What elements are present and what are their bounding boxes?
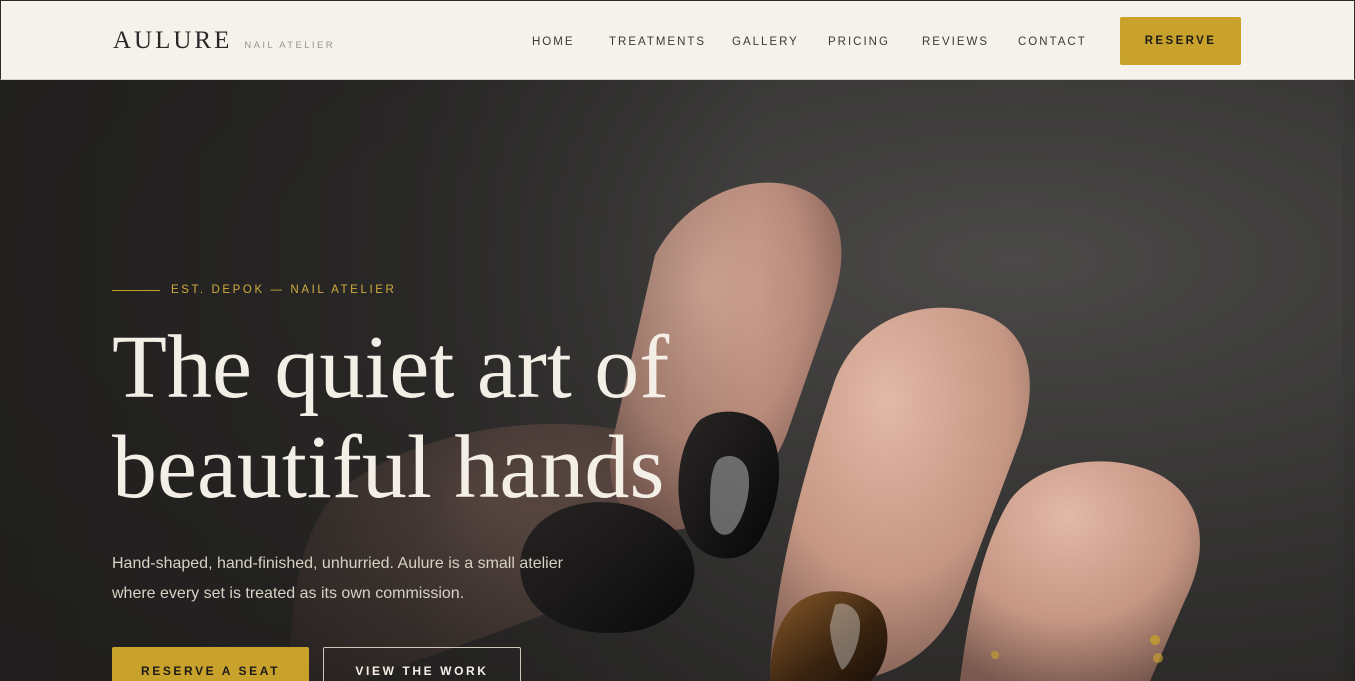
nav-item-gallery[interactable]: GALLERY bbox=[732, 36, 799, 48]
eyebrow-divider bbox=[112, 289, 160, 291]
nav-item-reviews[interactable]: REVIEWS bbox=[922, 36, 989, 48]
headline-line-2: beautiful hands bbox=[112, 418, 665, 517]
view-the-work-button[interactable]: VIEW THE WORK bbox=[323, 647, 521, 681]
site-header: AULURE NAIL ATELIER HOME TREATMENTS GALL… bbox=[0, 0, 1355, 80]
hero-description: Hand-shaped, hand-finished, unhurried. A… bbox=[112, 555, 563, 602]
scrollbar[interactable] bbox=[1343, 80, 1355, 681]
nav-item-pricing[interactable]: PRICING bbox=[828, 36, 890, 48]
nav-item-home[interactable]: HOME bbox=[532, 36, 575, 48]
hero-section: EST. DEPOK — NAIL ATELIER The quiet art … bbox=[0, 80, 1355, 681]
hero-headline: The quiet art of beautiful hands bbox=[112, 318, 792, 518]
nav-item-contact[interactable]: CONTACT bbox=[1018, 36, 1087, 48]
hero-eyebrow: EST. DEPOK — NAIL ATELIER bbox=[112, 284, 396, 296]
eyebrow-text: EST. DEPOK — NAIL ATELIER bbox=[171, 284, 397, 296]
reserve-button[interactable]: RESERVE bbox=[1120, 17, 1241, 65]
nav-item-treatments[interactable]: TREATMENTS bbox=[609, 36, 706, 48]
headline-line-1: The quiet art of bbox=[112, 318, 670, 417]
page: AULURE NAIL ATELIER HOME TREATMENTS GALL… bbox=[0, 0, 1355, 681]
reserve-a-seat-button[interactable]: RESERVE A SEAT bbox=[112, 647, 309, 681]
